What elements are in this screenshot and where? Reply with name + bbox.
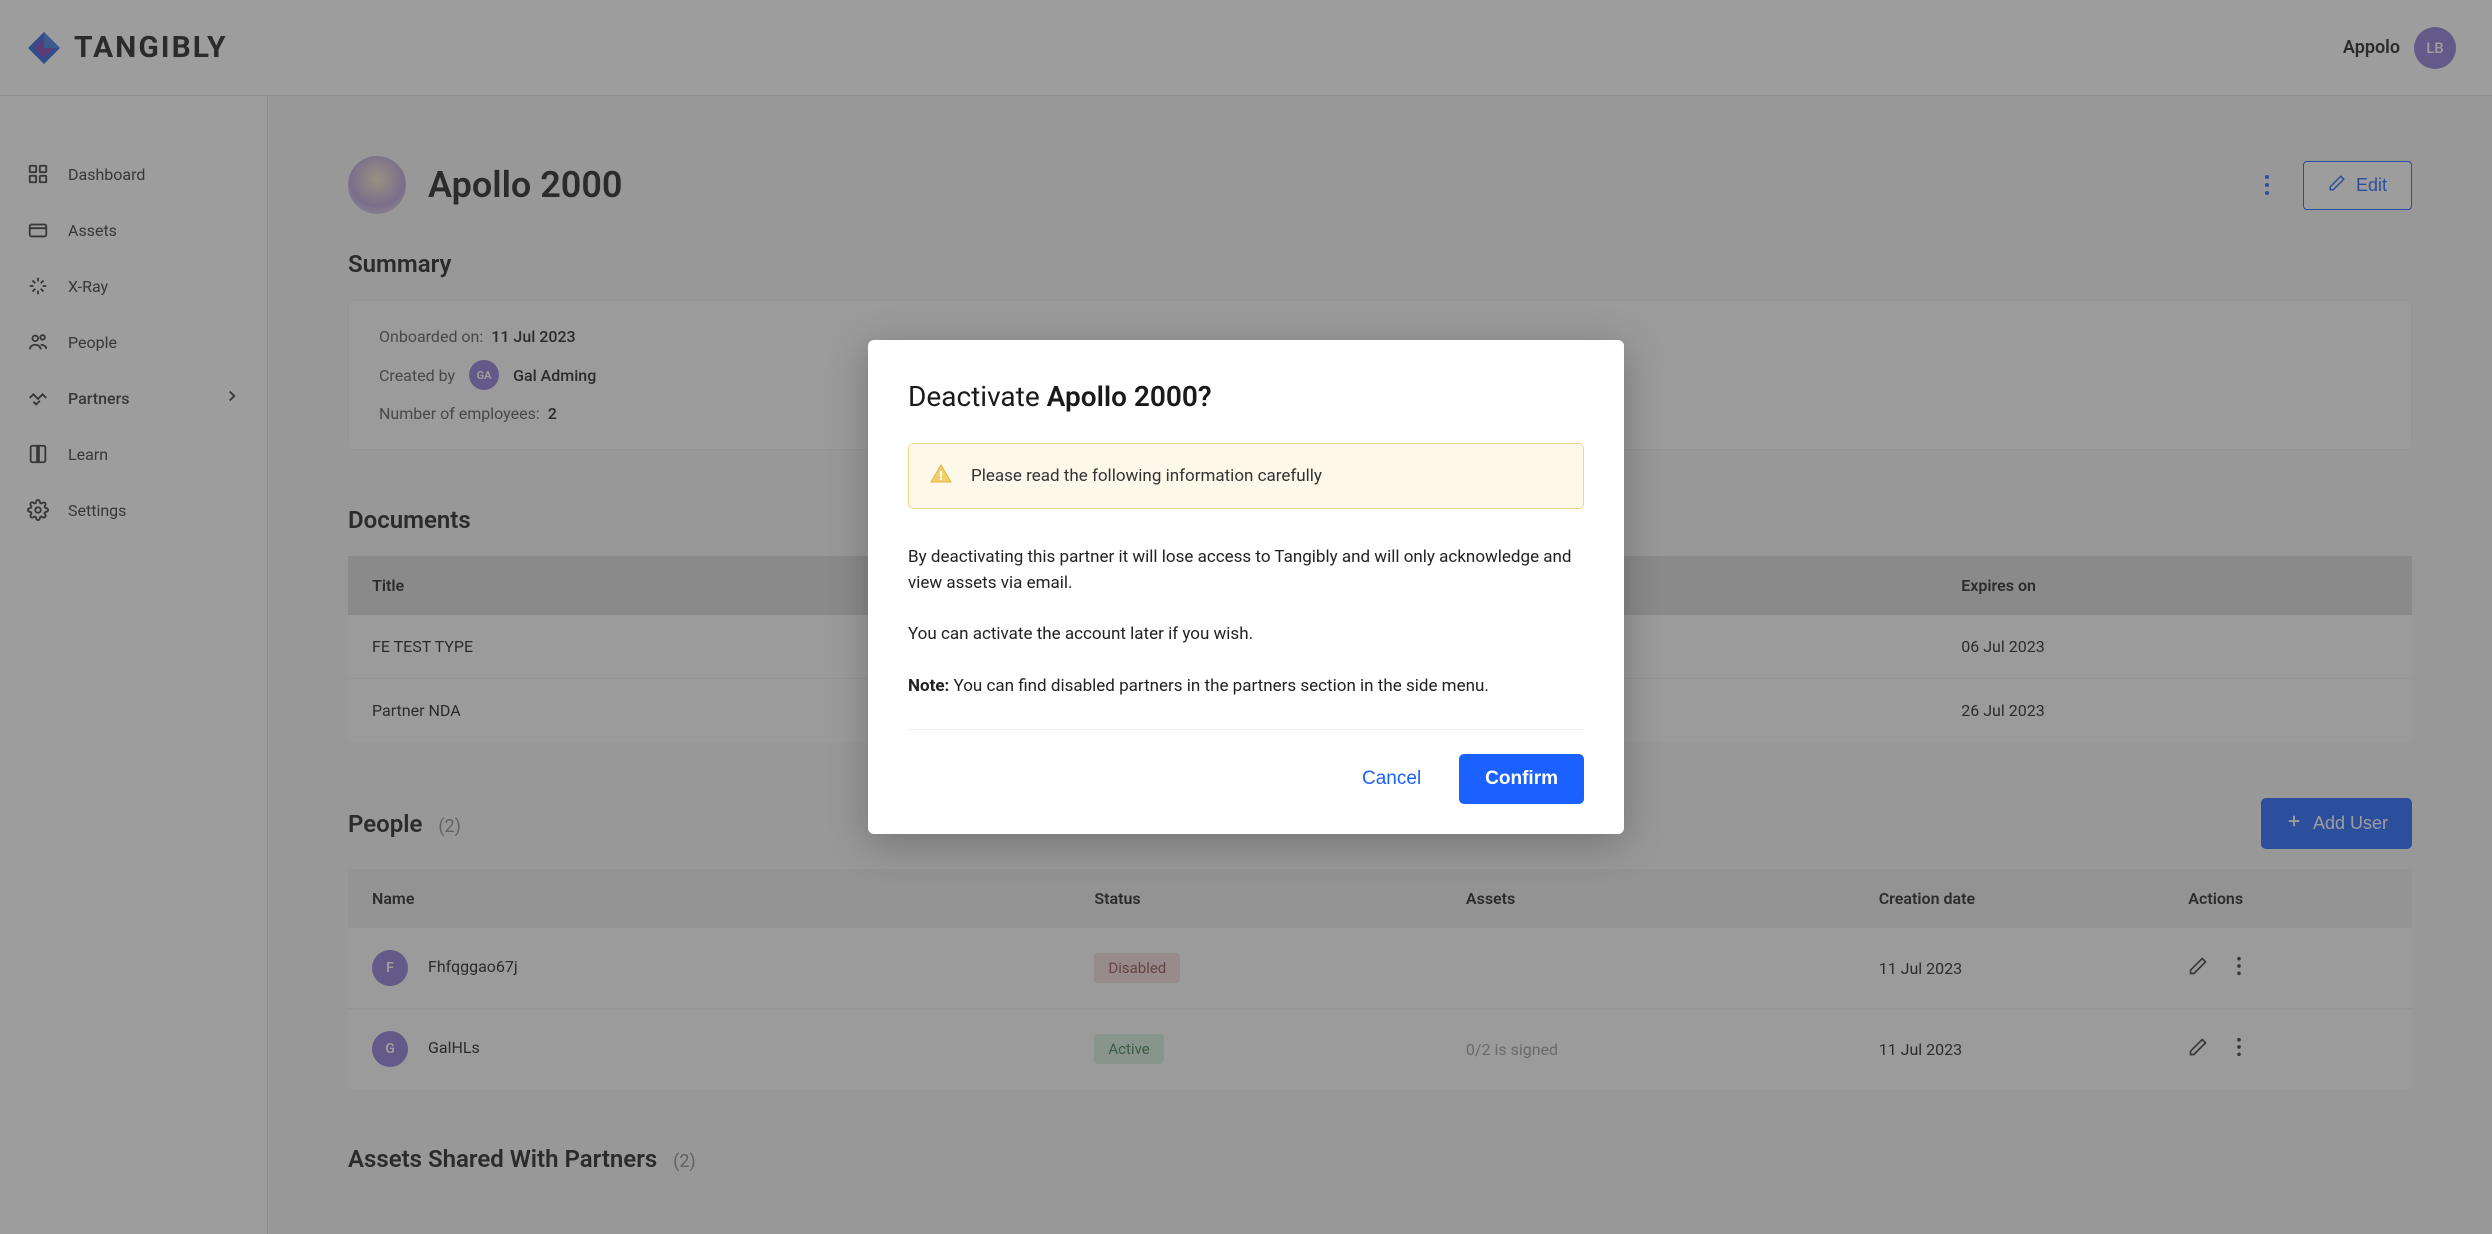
modal-title: Deactivate Apollo 2000? — [908, 380, 1584, 413]
modal-para2: You can activate the account later if yo… — [908, 622, 1584, 648]
alert-banner: Please read the following information ca… — [908, 443, 1584, 509]
cancel-button[interactable]: Cancel — [1352, 756, 1431, 802]
alert-text: Please read the following information ca… — [971, 466, 1322, 486]
modal-divider — [908, 729, 1584, 730]
warning-icon — [929, 462, 953, 490]
modal-overlay[interactable]: Deactivate Apollo 2000? Please read the … — [0, 0, 2492, 1234]
modal-note: Note: You can find disabled partners in … — [908, 674, 1584, 700]
modal-para1: By deactivating this partner it will los… — [908, 545, 1584, 596]
confirm-button[interactable]: Confirm — [1459, 754, 1584, 804]
modal-body: By deactivating this partner it will los… — [908, 545, 1584, 699]
deactivate-modal: Deactivate Apollo 2000? Please read the … — [868, 340, 1624, 834]
